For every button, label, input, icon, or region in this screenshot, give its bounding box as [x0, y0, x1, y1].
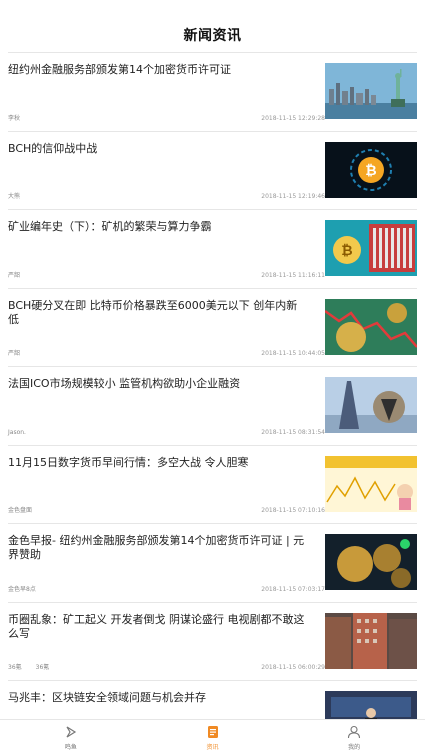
news-item[interactable]: 纽约州金融服务部颁发第14个加密货币许可证 李秋 2018-11-15 12:2…	[8, 53, 417, 132]
news-source-extra: 36氪	[35, 664, 50, 671]
svg-text:₿: ₿	[365, 163, 376, 179]
news-time: 2018-11-15 06:00:29	[261, 664, 325, 671]
news-source: 36氪 36氪	[8, 662, 49, 671]
news-item[interactable]: BCH硬分叉在即 比特币价格暴跌至6000美元以下 创年内新低 严韶 2018-…	[8, 289, 417, 367]
svg-text:₿: ₿	[341, 243, 352, 259]
news-thumbnail-morning-market	[325, 455, 417, 512]
news-thumbnail-mining-rig: ₿	[325, 220, 417, 276]
news-source: Jason.	[8, 428, 26, 436]
person-icon	[348, 725, 361, 739]
news-item[interactable]: 币圈乱象：矿工起义 开发者倒戈 阴谋论盛行 电视剧都不敢这么写 36氪 36氪 2…	[8, 603, 417, 681]
news-title: 金色早报- 纽约州金融服务部颁发第14个加密货币许可证 | 元界赞助	[8, 534, 305, 561]
page-title: 新闻资讯	[183, 28, 242, 44]
news-source: 大熊	[8, 193, 21, 200]
news-thumbnail-gold-coins	[325, 534, 417, 590]
news-document-icon	[207, 726, 218, 738]
news-title: 矿业编年史（下）：矿机的繁荣与算力争霸	[8, 220, 212, 233]
news-source: 金色盘面	[8, 507, 33, 514]
news-title: BCH硬分叉在即 比特币价格暴跌至6000美元以下 创年内新低	[8, 298, 298, 326]
news-item[interactable]: 金色早报- 纽约州金融服务部颁发第14个加密货币许可证 | 元界赞助 金色早8点…	[8, 524, 417, 603]
news-title: 11月15日数字货币早间行情：多空大战 令人胆寒	[8, 455, 249, 469]
news-time: 2018-11-15 11:16:11	[261, 271, 325, 279]
tab-label: 鸣鱼	[64, 744, 77, 751]
news-thumbnail-city-buildings	[325, 612, 417, 669]
news-thumbnail-bitcoin-chart	[325, 298, 417, 355]
news-time: 2018-11-15 10:44:05	[261, 350, 325, 357]
news-time: 2018-11-15 07:03:17	[261, 585, 325, 593]
news-source: 严韶	[8, 271, 21, 279]
news-item[interactable]: 马兆丰：区块链安全领域问题与机会并存	[8, 681, 417, 719]
news-title: 纽约州金融服务部颁发第14个加密货币许可证	[8, 63, 231, 76]
news-title: 法国ICO市场规模较小 监管机构欲助小企业融资	[8, 377, 241, 390]
tab-mingyu[interactable]: 鸣鱼	[0, 720, 142, 756]
news-thumbnail-eiffel-tower	[325, 377, 417, 433]
news-source-name: 36氪	[8, 664, 22, 671]
news-source: 金色早8点	[8, 585, 36, 593]
news-list[interactable]: 纽约州金融服务部颁发第14个加密货币许可证 李秋 2018-11-15 12:2…	[0, 53, 425, 719]
bottom-tab-bar: 鸣鱼 资讯 我的	[0, 719, 425, 756]
tab-news[interactable]: 资讯	[142, 720, 284, 756]
kite-logo-icon	[66, 726, 76, 738]
news-thumbnail-statue-of-liberty	[325, 63, 417, 119]
news-time: 2018-11-15 07:10:16	[261, 507, 325, 514]
news-source: 李秋	[8, 114, 21, 122]
tab-label: 资讯	[206, 744, 219, 751]
news-thumbnail-speaker-stage	[325, 691, 417, 719]
tab-label: 我的	[348, 744, 361, 751]
news-time: 2018-11-15 08:31:54	[261, 428, 325, 436]
tab-profile[interactable]: 我的	[283, 720, 425, 756]
news-item[interactable]: 法国ICO市场规模较小 监管机构欲助小企业融资 Jason. 2018-11-1…	[8, 367, 417, 446]
news-source: 严韶	[8, 350, 21, 357]
news-title: 币圈乱象：矿工起义 开发者倒戈 阴谋论盛行 电视剧都不敢这么写	[8, 612, 305, 640]
news-thumbnail-bitcoin-dark: ₿	[325, 141, 417, 198]
news-item[interactable]: 矿业编年史（下）：矿机的繁荣与算力争霸 严韶 2018-11-15 11:16:…	[8, 210, 417, 289]
news-item[interactable]: BCH的信仰战中战 大熊 2018-11-15 12:19:46 ₿	[8, 132, 417, 210]
news-item[interactable]: 11月15日数字货币早间行情：多空大战 令人胆寒 金色盘面 2018-11-15…	[8, 446, 417, 524]
news-time: 2018-11-15 12:29:28	[261, 114, 325, 122]
news-title: BCH的信仰战中战	[8, 141, 98, 155]
news-time: 2018-11-15 12:19:46	[261, 193, 325, 200]
top-header: 新闻资讯	[0, 0, 425, 52]
news-title: 马兆丰：区块链安全领域问题与机会并存	[8, 691, 206, 704]
